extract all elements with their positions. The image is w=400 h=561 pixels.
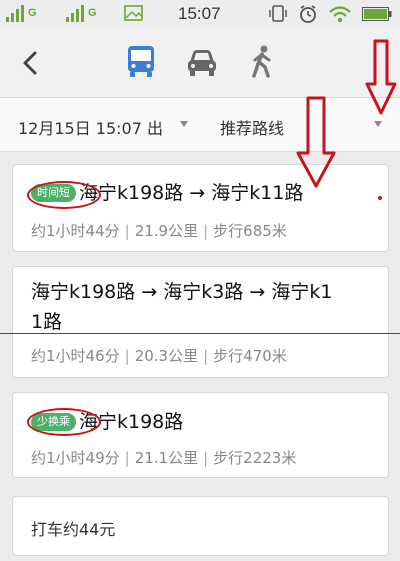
- annotation-line: [0, 333, 400, 334]
- route-walk-distance: 步行470米: [213, 347, 287, 365]
- annotation-dot: [378, 196, 382, 200]
- signal-bars-icon: [66, 5, 84, 22]
- clock: 15:07: [178, 4, 221, 23]
- sim2-network-label: G: [88, 7, 97, 19]
- route-card[interactable]: 海宁k198路 → 海宁k3路 → 海宁k1 1路 约1小时46分 | 20.3公里…: [12, 266, 389, 378]
- route-title: 海宁k198路 → 海宁k3路 → 海宁k1 1路: [31, 277, 332, 337]
- taxi-card[interactable]: 打车约44元: [12, 496, 389, 556]
- route-duration: 约1小时46分: [31, 347, 120, 365]
- car-mode-icon[interactable]: [182, 42, 222, 82]
- annotation-circle: [27, 181, 101, 209]
- route-preference-selector[interactable]: 推荐路线: [220, 115, 284, 139]
- route-meta: 约1小时46分 | 20.3公里 | 步行470米: [31, 345, 287, 366]
- departure-time-selector[interactable]: 12月15日 15:07 出: [18, 115, 163, 139]
- sim1-network-label: G: [28, 7, 37, 19]
- divider: |: [124, 347, 130, 365]
- alarm-icon: [300, 5, 316, 23]
- route-lines: 海宁k198路 → 海宁k11路: [79, 182, 304, 204]
- divider: |: [124, 222, 130, 240]
- back-arrow-icon[interactable]: [16, 48, 46, 78]
- filter-bar: 12月15日 15:07 出 推荐路线: [0, 98, 400, 152]
- route-distance: 20.3公里: [134, 347, 199, 365]
- dropdown-arrow-icon[interactable]: [374, 121, 382, 127]
- image-icon: [124, 5, 143, 21]
- route-duration: 约1小时44分: [31, 222, 120, 240]
- status-bar: G G 15:07: [0, 0, 400, 28]
- walk-mode-icon[interactable]: [242, 42, 282, 82]
- bus-mode-icon[interactable]: [121, 42, 161, 82]
- route-distance: 21.9公里: [134, 222, 199, 240]
- divider: |: [124, 449, 130, 467]
- annotation-circle: [27, 408, 101, 436]
- route-meta: 约1小时44分 | 21.9公里 | 步行685米: [31, 220, 287, 241]
- divider: |: [203, 449, 209, 467]
- dropdown-arrow-icon[interactable]: [180, 121, 188, 127]
- route-walk-distance: 步行2223米: [213, 449, 297, 467]
- route-walk-distance: 步行685米: [213, 222, 287, 240]
- annotation-arrow-icon: [365, 39, 397, 115]
- signal-bars-icon: [6, 5, 24, 22]
- wifi-icon: [329, 6, 351, 23]
- taxi-fare: 打车约44元: [31, 520, 116, 539]
- battery-icon: [362, 7, 392, 21]
- route-lines: 海宁k198路 → 海宁k3路 → 海宁k1: [31, 281, 333, 303]
- annotation-arrow-icon: [296, 96, 336, 188]
- divider: |: [203, 347, 209, 365]
- transport-mode-bar: [0, 28, 400, 98]
- vibrate-icon: [269, 5, 287, 22]
- route-meta: 约1小时49分 | 21.1公里 | 步行2223米: [31, 447, 296, 468]
- route-duration: 约1小时49分: [31, 449, 120, 467]
- divider: |: [203, 222, 209, 240]
- route-distance: 21.1公里: [134, 449, 199, 467]
